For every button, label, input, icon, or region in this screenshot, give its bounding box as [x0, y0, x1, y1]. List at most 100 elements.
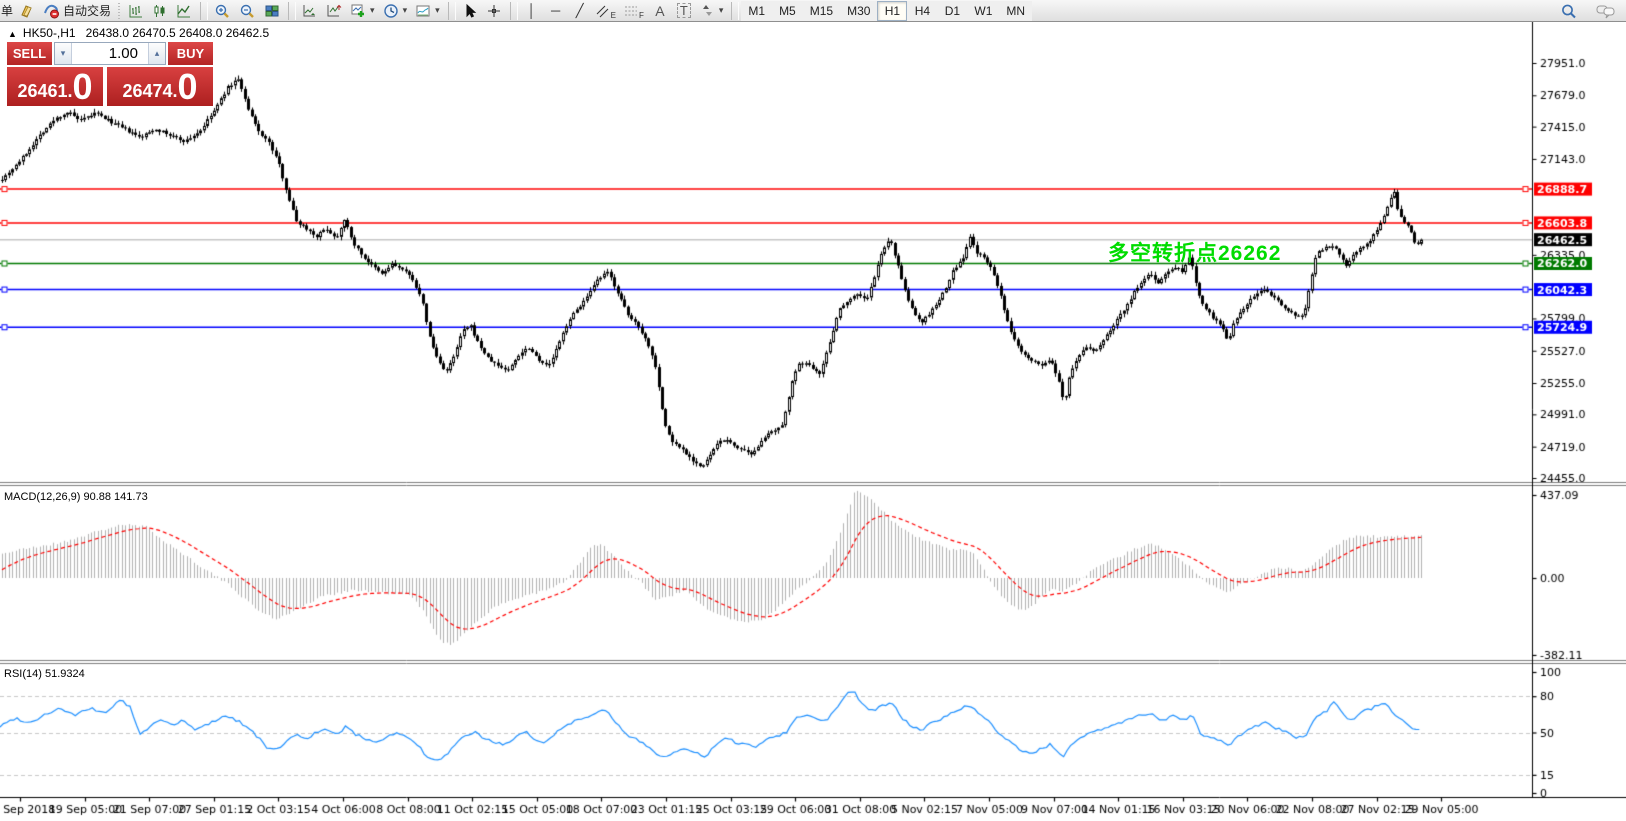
volume-spinner: ▾ ▴: [54, 42, 166, 65]
dropdown-arrow-icon[interactable]: ▾: [370, 5, 375, 16]
timeframe-button-mn[interactable]: MN: [999, 1, 1032, 21]
community-button[interactable]: [1592, 1, 1620, 21]
toolbar-right-group: [1556, 0, 1620, 22]
buy-price-big-digit: 0: [178, 71, 198, 103]
search-icon: [1560, 3, 1578, 20]
toolbar-objects-group: ▾ ▾ ▾: [346, 0, 444, 22]
zoom-out-icon: [239, 3, 256, 19]
toolbar-drag-handle[interactable]: [117, 3, 122, 19]
trade-history-button[interactable]: [14, 1, 39, 21]
fibonacci-icon: [624, 4, 638, 18]
chart-annotation[interactable]: 多空转折点26262: [1108, 237, 1281, 267]
spinner-up-icon: ▴: [155, 48, 160, 59]
horizontal-line-icon: ─: [551, 3, 560, 18]
timeframe-button-h4[interactable]: H4: [907, 1, 937, 21]
crosshair-button[interactable]: [482, 1, 506, 21]
autotrading-button[interactable]: 自动交易: [39, 1, 115, 21]
line-chart-icon: [176, 3, 192, 19]
text-label-icon: T: [677, 3, 691, 18]
new-order-button[interactable]: 单: [0, 1, 14, 21]
autotrading-label: 自动交易: [63, 2, 111, 19]
buy-price-main: 26474: [122, 79, 172, 103]
bar-chart-button[interactable]: [124, 1, 148, 21]
trendline-icon: ╱: [576, 3, 584, 19]
toolbar: 单 自动交易: [0, 0, 1626, 22]
chart-title: ▲HK50-,H126438.0 26470.5 26408.0 26462.5: [8, 26, 269, 40]
toolbar-separator: [510, 2, 518, 20]
toolbar-trade-group: 单 自动交易: [0, 0, 115, 22]
zoom-out-button[interactable]: [235, 1, 260, 21]
buy-button[interactable]: BUY: [168, 42, 213, 65]
crosshair-icon: [486, 3, 502, 19]
indicators-icon: [350, 3, 366, 19]
cursor-icon: [462, 3, 478, 19]
buy-price-button[interactable]: 26474.0: [107, 67, 213, 106]
timeframe-button-m5[interactable]: M5: [772, 1, 803, 21]
trendline-button[interactable]: ╱: [568, 1, 592, 21]
dropdown-arrow-icon[interactable]: ▾: [435, 5, 440, 16]
spinner-down-icon: ▾: [61, 48, 66, 59]
candlestick-button[interactable]: [148, 1, 172, 21]
periods-button[interactable]: ▾: [379, 1, 412, 21]
trade-panel-top-row: SELL ▾ ▴ BUY: [7, 42, 213, 65]
toolbar-separator: [288, 2, 296, 20]
arrows-icon: [700, 3, 715, 18]
templates-button[interactable]: ▾: [411, 1, 444, 21]
text-icon: A: [655, 3, 664, 19]
timeframe-button-h1[interactable]: H1: [877, 1, 907, 21]
indicators-button[interactable]: ▾: [346, 1, 379, 21]
chart-area[interactable]: [0, 22, 1626, 821]
horizontal-line-button[interactable]: ─: [544, 1, 568, 21]
timeframe-button-m15[interactable]: M15: [803, 1, 840, 21]
volume-input[interactable]: [72, 43, 148, 64]
volume-decrease-button[interactable]: ▾: [55, 43, 72, 64]
equidistant-channel-icon: [596, 4, 610, 18]
timeframe-button-m1[interactable]: M1: [741, 1, 772, 21]
one-click-trading-panel: SELL ▾ ▴ BUY 26461.0 26474.0: [7, 42, 213, 106]
dropdown-arrow-icon[interactable]: ▾: [719, 5, 724, 16]
toolbar-separator: [731, 2, 739, 20]
search-button[interactable]: [1556, 1, 1582, 21]
line-chart-button[interactable]: [172, 1, 196, 21]
bar-chart-icon: [128, 3, 144, 19]
equidistant-channel-button[interactable]: E: [592, 1, 620, 21]
arrows-button[interactable]: ▾: [696, 1, 728, 21]
sell-button[interactable]: SELL: [7, 42, 52, 65]
timeframe-toolbar: M1M5M15M30H1H4D1W1MN: [741, 0, 1032, 22]
cursor-button[interactable]: [458, 1, 482, 21]
volume-increase-button[interactable]: ▴: [148, 43, 165, 64]
auto-scroll-button[interactable]: [298, 1, 322, 21]
timeframe-button-d1[interactable]: D1: [937, 1, 967, 21]
toolbar-charttype-group: [124, 0, 196, 22]
autotrading-icon: [43, 3, 60, 19]
mt4-window: 单 自动交易: [0, 0, 1626, 821]
text-label-button[interactable]: T: [672, 1, 696, 21]
trade-history-icon: [18, 3, 35, 19]
auto-scroll-icon: [302, 3, 318, 19]
toolbar-cursor-group: [458, 0, 506, 22]
dropdown-arrow-icon[interactable]: ▾: [403, 5, 408, 16]
toolbar-separator: [200, 2, 208, 20]
timeframe-button-m30[interactable]: M30: [840, 1, 877, 21]
tile-windows-button[interactable]: [260, 1, 284, 21]
text-button[interactable]: A: [648, 1, 672, 21]
candlestick-icon: [152, 3, 168, 19]
zoom-in-icon: [214, 3, 231, 19]
zoom-in-button[interactable]: [210, 1, 235, 21]
vertical-line-icon: │: [528, 3, 536, 18]
toolbar-lines-group: │ ─ ╱ E F A: [520, 0, 728, 22]
fibo-letter: F: [639, 11, 644, 20]
toolbar-separator: [448, 2, 456, 20]
trade-panel-collapse-arrow[interactable]: ▲: [8, 29, 17, 39]
sell-price-button[interactable]: 26461.0: [7, 67, 103, 106]
templates-icon: [415, 3, 431, 19]
vertical-line-button[interactable]: │: [520, 1, 544, 21]
timeframe-button-w1[interactable]: W1: [967, 1, 999, 21]
chart-shift-button[interactable]: [322, 1, 346, 21]
sell-price-main: 26461: [17, 79, 67, 103]
tile-windows-icon: [264, 3, 280, 19]
fibonacci-button[interactable]: F: [620, 1, 648, 21]
chart-shift-icon: [326, 3, 342, 19]
toolbar-scroll-group: [298, 0, 346, 22]
periods-icon: [383, 3, 399, 19]
